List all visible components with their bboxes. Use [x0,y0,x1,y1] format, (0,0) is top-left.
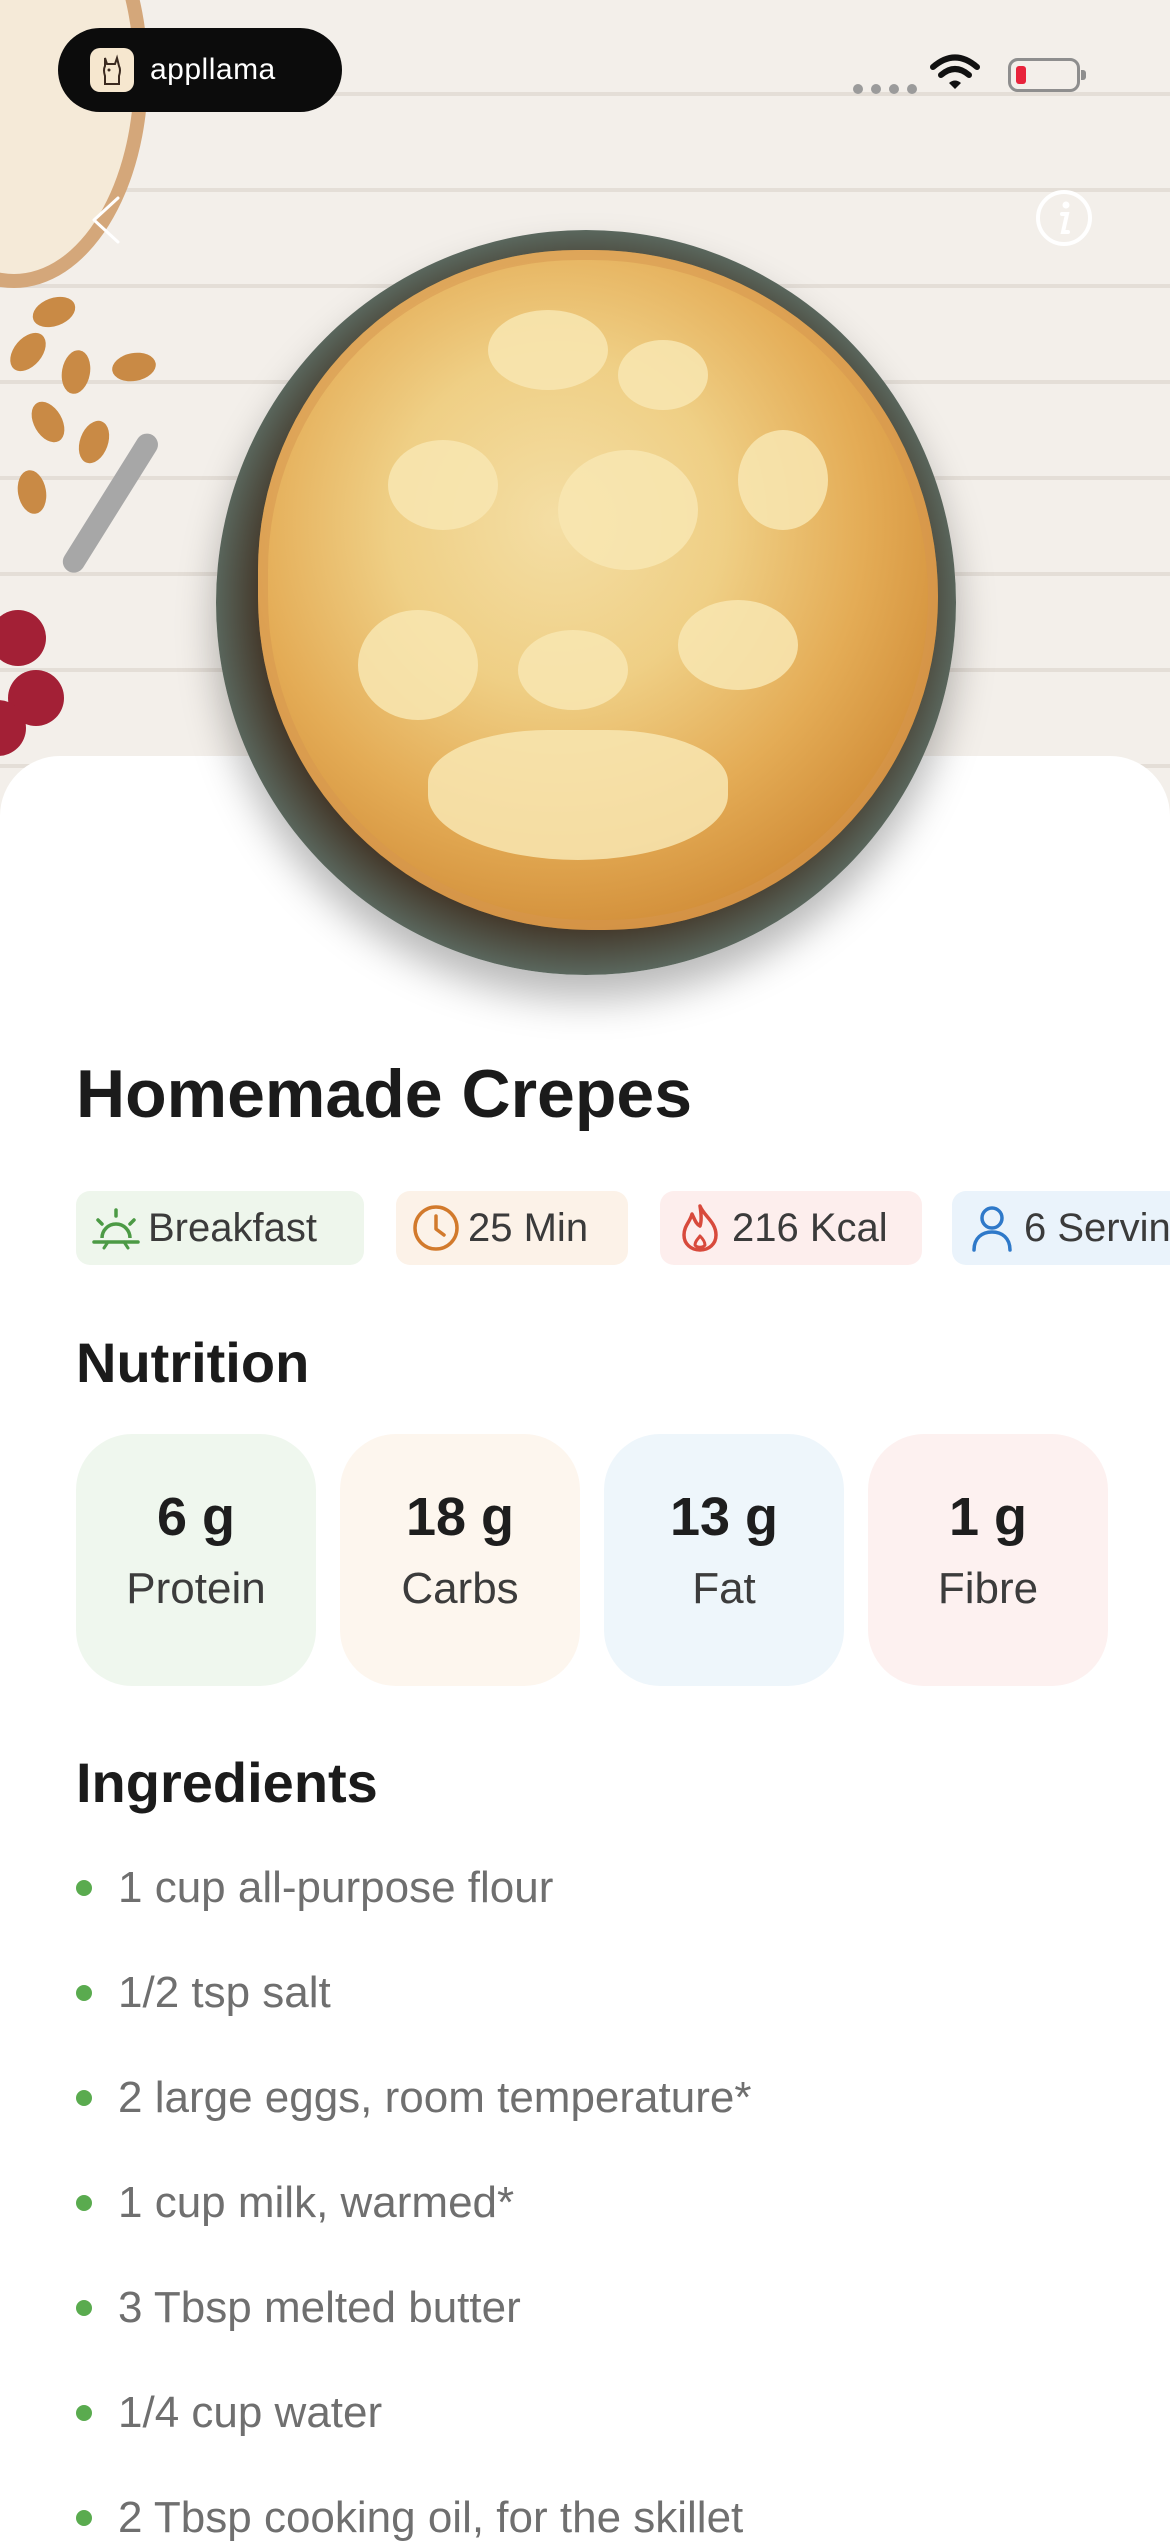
list-item: 1/2 tsp salt [76,1963,331,2023]
nutrition-label: Protein [126,1564,266,1613]
nutrition-value: 18 g [405,1487,515,1547]
bullet-dot-icon [76,2195,92,2211]
recipe-title: Homemade Crepes [76,1056,693,1132]
list-item: 3 Tbsp melted butter [76,2278,521,2338]
person-icon [966,1202,1018,1254]
nutrition-card-fibre: 1 g Fibre [868,1434,1108,1686]
sunrise-icon [90,1202,142,1254]
nutrition-label: Carbs [401,1564,519,1613]
bullet-dot-icon [76,2300,92,2316]
app-badge: appllama [58,28,342,112]
nutrition-value: 1 g [948,1487,1028,1547]
tag-label: 6 Servings [1024,1205,1170,1250]
bullet-dot-icon [76,1880,92,1896]
bullet-dot-icon [76,2090,92,2106]
nutrition-card-carbs: 18 g Carbs [340,1434,580,1686]
ingredient-text: 2 Tbsp cooking oil, for the skillet [118,2493,744,2542]
nutrition-value: 13 g [669,1487,779,1547]
recipe-tags: Breakfast 25 Min 216 Kcal 6 Servings [76,1191,1170,1265]
clock-icon [410,1202,462,1254]
flame-icon [674,1202,726,1254]
almond-decoration [73,416,115,468]
almond-decoration [58,347,94,397]
wifi-icon [930,54,980,97]
info-icon[interactable] [1034,188,1094,248]
list-item: 2 large eggs, room temperature* [76,2068,751,2128]
list-item: 2 Tbsp cooking oil, for the skillet [76,2488,743,2548]
almond-decoration [28,291,80,333]
ingredient-text: 1 cup all-purpose flour [118,1863,554,1912]
spoon-decoration [58,429,163,577]
battery-low-icon [1008,58,1086,92]
list-item: 1/4 cup water [76,2383,382,2443]
chevron-left-icon[interactable] [80,190,140,250]
almond-decoration [14,467,50,517]
tag-label: Breakfast [148,1205,317,1250]
ingredient-text: 1 cup milk, warmed* [118,2178,515,2227]
ingredient-text: 1/2 tsp salt [118,1968,331,2017]
tag-time[interactable]: 25 Min [396,1191,628,1265]
list-item: 1 cup milk, warmed* [76,2173,514,2233]
list-item: 1 cup all-purpose flour [76,1858,553,1918]
bullet-dot-icon [76,1985,92,2001]
bullet-dot-icon [76,2510,92,2526]
nutrition-label: Fibre [937,1564,1039,1613]
tag-servings[interactable]: 6 Servings [952,1191,1170,1265]
app-brand-name: appllama [150,53,276,86]
ingredient-text: 1/4 cup water [118,2388,383,2437]
tag-breakfast[interactable]: Breakfast [76,1191,364,1265]
tag-label: 216 Kcal [732,1205,888,1250]
nutrition-card-protein: 6 g Protein [76,1434,316,1686]
crepe-image [258,250,938,930]
nutrition-heading: Nutrition [76,1331,310,1394]
llama-logo-icon [90,48,134,92]
almond-decoration [24,395,72,449]
tag-label: 25 Min [468,1205,589,1250]
bullet-dot-icon [76,2405,92,2421]
tag-calories[interactable]: 216 Kcal [660,1191,922,1265]
ingredient-text: 2 large eggs, room temperature* [118,2073,752,2122]
almond-decoration [109,349,159,385]
cellular-dots-icon [853,84,917,94]
nutrition-card-fat: 13 g Fat [604,1434,844,1686]
nutrition-label: Fat [692,1564,756,1613]
ingredient-text: 3 Tbsp melted butter [118,2283,521,2332]
nutrition-value: 6 g [156,1487,236,1547]
berry-decoration [0,610,46,666]
almond-decoration [3,326,53,378]
ingredients-heading: Ingredients [76,1751,378,1814]
